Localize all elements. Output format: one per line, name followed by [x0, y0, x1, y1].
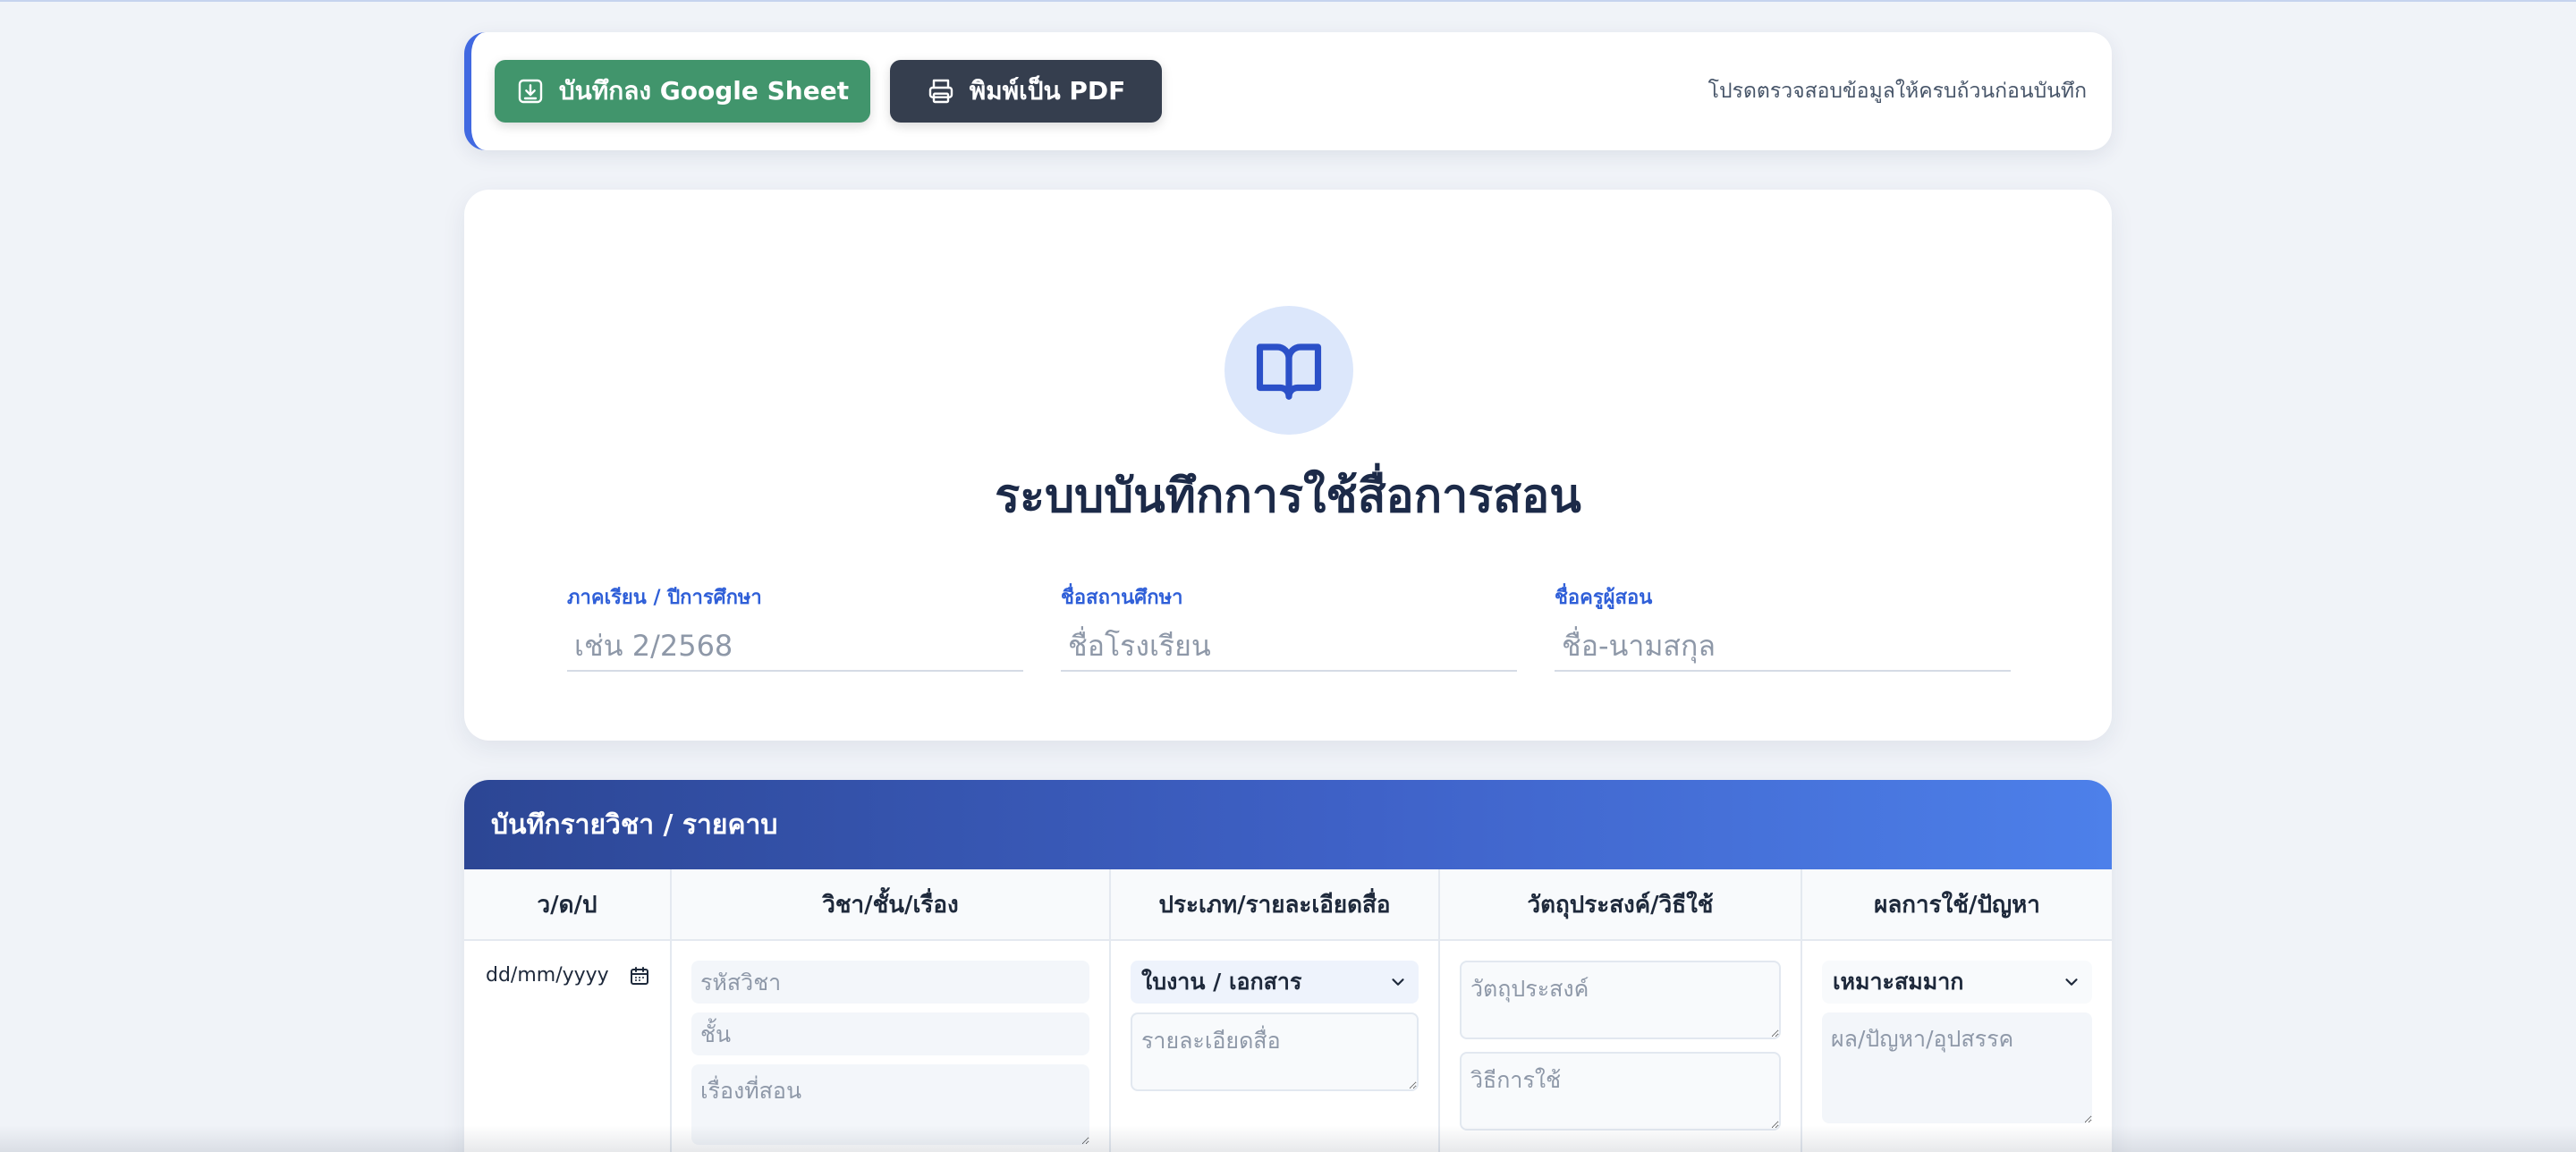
- date-cell: dd/mm/yyyy: [464, 941, 672, 1152]
- table-row: dd/mm/yyyy ใบงาน / เอกสาร: [464, 941, 2112, 1152]
- school-label: ชื่อสถานศึกษา: [1061, 581, 1517, 613]
- chevron-down-icon: [1388, 972, 1408, 992]
- media-type-value: ใบงาน / เอกสาร: [1141, 964, 1301, 1000]
- save-google-sheet-button[interactable]: บันทึกลง Google Sheet: [495, 60, 870, 123]
- school-input[interactable]: [1061, 622, 1517, 672]
- subject-cell: [672, 941, 1111, 1152]
- semester-field: ภาคเรียน / ปีการศึกษา: [567, 581, 1023, 672]
- column-media: ประเภท/รายละเอียดสื่อ: [1111, 869, 1440, 939]
- action-toolbar: บันทึกลง Google Sheet พิมพ์เป็น PDF โปรด…: [464, 32, 2112, 150]
- media-type-select[interactable]: ใบงาน / เอกสาร: [1131, 961, 1419, 1004]
- header-card: ระบบบันทึกการใช้สื่อการสอน ภาคเรียน / ปี…: [464, 190, 2112, 741]
- grade-input[interactable]: [691, 1012, 1089, 1055]
- book-open-icon: [1254, 335, 1324, 405]
- column-date: ว/ด/ป: [464, 869, 672, 939]
- records-table-card: บันทึกรายวิชา / รายคาบ ว/ด/ป วิชา/ชั้น/เ…: [464, 780, 2112, 1152]
- column-subject: วิชา/ชั้น/เรื่อง: [672, 869, 1111, 939]
- result-select[interactable]: เหมาะสมมาก: [1822, 961, 2092, 1004]
- page-title: ระบบบันทึกการใช้สื่อการสอน: [464, 458, 2112, 532]
- result-cell: เหมาะสมมาก: [1802, 941, 2112, 1152]
- objective-textarea[interactable]: [1460, 961, 1781, 1039]
- table-header-row: ว/ด/ป วิชา/ชั้น/เรื่อง ประเภท/รายละเอียด…: [464, 869, 2112, 941]
- result-note-textarea[interactable]: [1822, 1012, 2092, 1123]
- semester-input[interactable]: [567, 622, 1023, 672]
- subject-code-input[interactable]: [691, 961, 1089, 1004]
- column-result: ผลการใช้/ปัญหา: [1802, 869, 2112, 939]
- media-cell: ใบงาน / เอกสาร: [1111, 941, 1440, 1152]
- chevron-down-icon: [2062, 972, 2081, 992]
- download-icon: [516, 77, 545, 106]
- teacher-field: ชื่อครูผู้สอน: [1555, 581, 2011, 672]
- table-title: บันทึกรายวิชา / รายคาบ: [464, 780, 2112, 869]
- teacher-input[interactable]: [1555, 622, 2011, 672]
- result-value: เหมาะสมมาก: [1833, 964, 1963, 1000]
- column-objective: วัตถุประสงค์/วิธีใช้: [1440, 869, 1802, 939]
- date-input[interactable]: dd/mm/yyyy: [484, 961, 650, 987]
- method-textarea[interactable]: [1460, 1052, 1781, 1131]
- print-pdf-button[interactable]: พิมพ์เป็น PDF: [890, 60, 1162, 123]
- toolbar-note: โปรดตรวจสอบข้อมูลให้ครบถ้วนก่อนบันทึก: [1708, 75, 2087, 107]
- printer-icon: [927, 77, 955, 106]
- bottom-shadow: [0, 1125, 2576, 1152]
- date-value: dd/mm/yyyy: [486, 964, 609, 987]
- print-pdf-label: พิมพ์เป็น PDF: [970, 72, 1126, 111]
- save-google-sheet-label: บันทึกลง Google Sheet: [559, 72, 849, 111]
- objective-cell: [1440, 941, 1802, 1152]
- teacher-label: ชื่อครูผู้สอน: [1555, 581, 2011, 613]
- book-badge: [1224, 306, 1353, 435]
- media-detail-textarea[interactable]: [1131, 1012, 1419, 1091]
- school-field: ชื่อสถานศึกษา: [1061, 581, 1517, 672]
- calendar-icon[interactable]: [629, 965, 650, 987]
- semester-label: ภาคเรียน / ปีการศึกษา: [567, 581, 1023, 613]
